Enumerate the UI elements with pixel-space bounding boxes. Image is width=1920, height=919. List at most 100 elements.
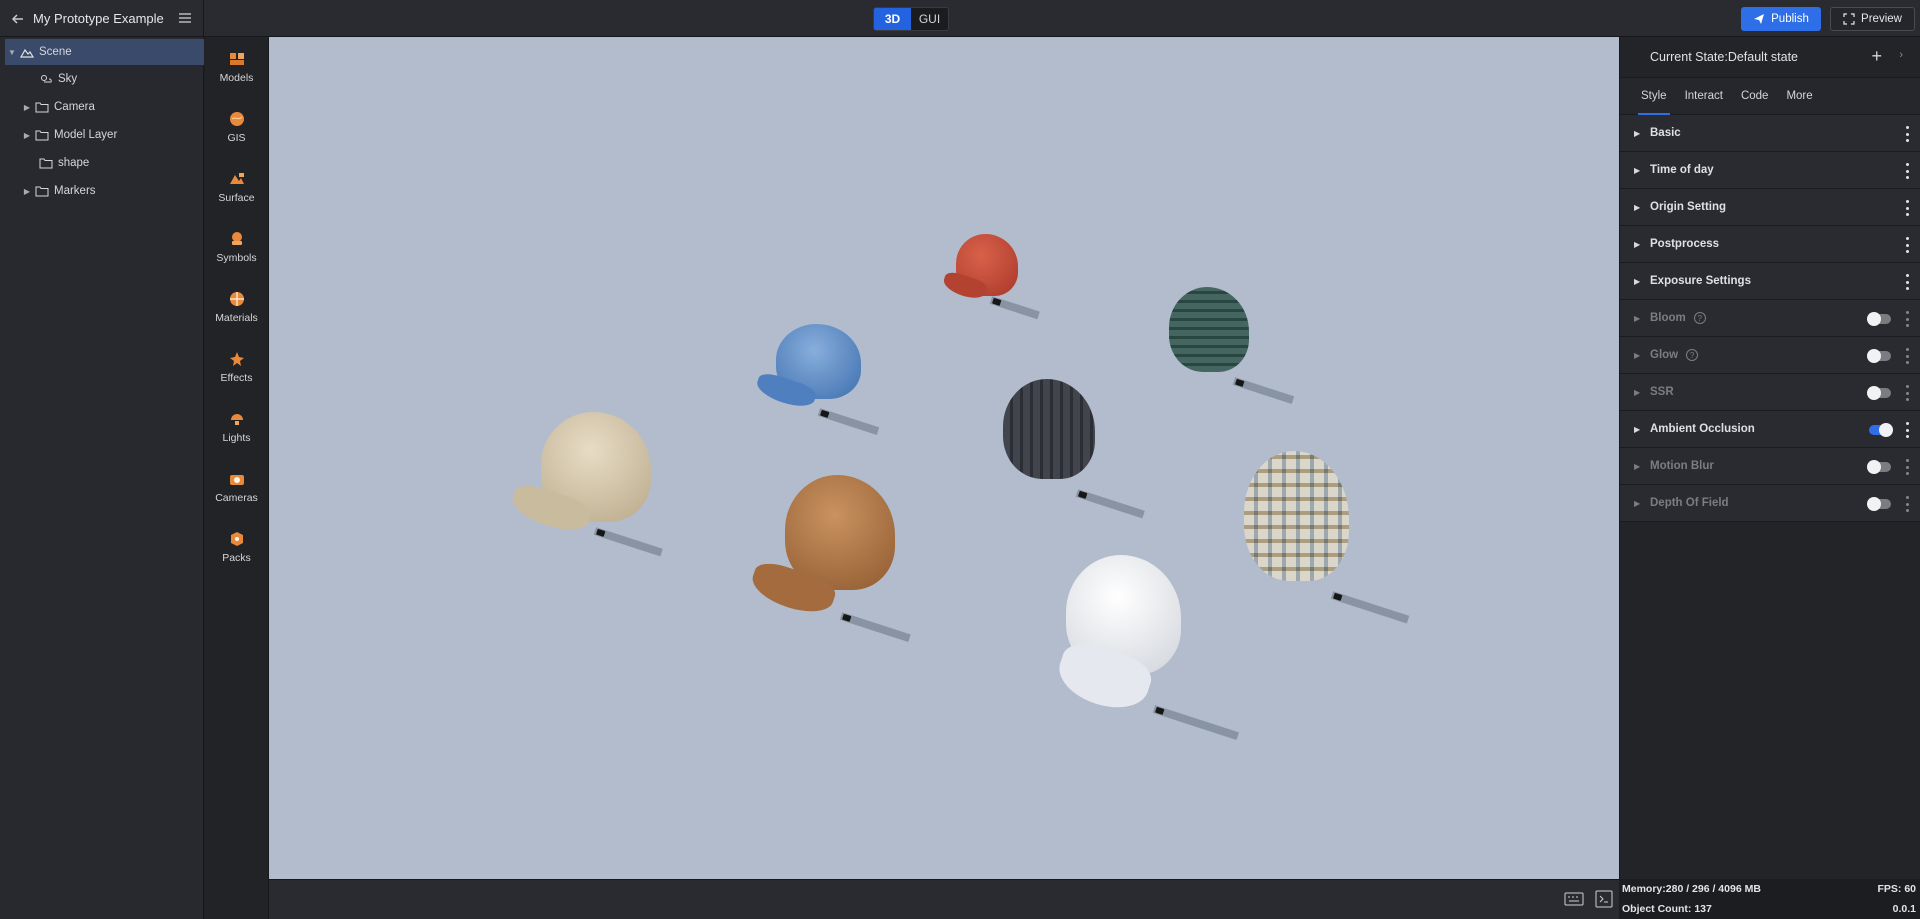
caret-right-icon[interactable]: ▶ [20,187,34,196]
depth-of-field-toggle[interactable] [1867,497,1891,511]
section-ssr[interactable]: ▶ SSR [1620,374,1920,411]
asset-label: Lights [222,431,251,444]
asset-label: GIS [227,131,246,144]
asset-effects[interactable]: Effects [205,337,268,397]
motion-blur-toggle[interactable] [1867,460,1891,474]
asset-lights[interactable]: Lights [205,397,268,457]
tab-interact[interactable]: Interact [1676,78,1732,115]
inspector-tabs: Style Interact Code More [1620,78,1920,115]
asset-materials[interactable]: Materials [205,277,268,337]
mode-3d-button[interactable]: 3D [874,8,911,30]
glow-toggle[interactable] [1867,349,1891,363]
ssr-toggle[interactable] [1867,386,1891,400]
section-ambient-occlusion[interactable]: ▶ Ambient Occlusion [1620,411,1920,448]
keyboard-icon [1564,892,1584,906]
help-icon[interactable]: ? [1686,349,1699,361]
send-icon [1754,14,1765,24]
console-button[interactable] [1594,890,1614,908]
more-options-icon[interactable] [1904,496,1910,512]
more-options-icon[interactable] [1904,459,1910,475]
asset-gis[interactable]: GIS [205,97,268,157]
fullscreen-icon [1843,13,1855,25]
keyboard-button[interactable] [1564,890,1584,908]
ambient-occlusion-toggle[interactable] [1869,423,1893,437]
asset-symbols[interactable]: Symbols [205,217,268,277]
more-options-icon[interactable] [1904,126,1910,142]
section-glow[interactable]: ▶ Glow ? [1620,337,1920,374]
more-options-icon[interactable] [1904,385,1910,401]
caret-right-icon: ▶ [1634,387,1641,397]
caret-right-icon: ▶ [1634,461,1641,471]
gis-icon [229,111,244,126]
more-options-icon[interactable] [1904,200,1910,216]
cap-model-brown[interactable] [747,475,949,643]
cap-model-plaid-teal[interactable] [1169,287,1319,404]
tab-code[interactable]: Code [1732,78,1778,115]
section-postprocess[interactable]: ▶ Postprocess [1620,226,1920,263]
asset-label: Surface [218,191,255,204]
section-origin-setting[interactable]: ▶ Origin Setting [1620,189,1920,226]
cap-model-white[interactable] [1051,555,1254,755]
cap-model-red[interactable] [940,234,1066,324]
section-depth-of-field[interactable]: ▶ Depth Of Field [1620,485,1920,522]
more-options-icon[interactable] [1904,274,1910,290]
add-state-icon[interactable]: + [1871,46,1882,67]
more-options-icon[interactable] [1904,163,1910,179]
help-icon[interactable]: ? [1693,312,1706,324]
3d-viewport[interactable] [269,37,1619,879]
section-title: Time of day [1650,164,1714,176]
tree-item-shape[interactable]: shape [0,149,203,177]
section-basic[interactable]: ▶ Basic [1620,115,1920,152]
publish-button[interactable]: Publish [1741,7,1821,31]
more-options-icon[interactable] [1904,237,1910,253]
section-title: Motion Blur [1650,460,1714,472]
tab-style[interactable]: Style [1632,78,1676,115]
section-time-of-day[interactable]: ▶ Time of day [1620,152,1920,189]
asset-label: Effects [220,371,253,384]
cap-model-beige[interactable] [507,412,709,557]
cap-model-plaid-beige[interactable] [1244,451,1434,626]
more-options-icon[interactable] [1904,311,1910,327]
tab-more[interactable]: More [1777,78,1821,115]
preview-button[interactable]: Preview [1830,7,1915,31]
tree-item-scene[interactable]: ▼ Scene [5,39,204,65]
more-options-icon[interactable] [1904,348,1910,364]
caret-right-icon[interactable]: ▶ [20,103,34,112]
section-title: Origin Setting [1650,201,1727,213]
caret-right-icon: ▶ [1634,350,1641,360]
tree-item-camera[interactable]: ▶ Camera [0,93,203,121]
section-motion-blur[interactable]: ▶ Motion Blur [1620,448,1920,485]
bloom-toggle[interactable] [1867,312,1891,326]
cap-model-blue[interactable] [753,324,909,435]
asset-surface[interactable]: Surface [205,157,268,217]
tree-item-label: Markers [54,185,96,197]
viewport-bottom-bar [269,879,1619,919]
more-options-icon[interactable] [1904,422,1910,438]
asset-models[interactable]: Models [205,37,268,97]
folder-icon [38,156,54,170]
back-button[interactable] [9,10,27,28]
caret-right-icon: ▶ [1634,276,1641,286]
menu-button[interactable] [177,10,193,26]
section-bloom[interactable]: ▶ Bloom ? [1620,300,1920,337]
caret-right-icon: ▶ [1634,498,1641,508]
tree-item-markers[interactable]: ▶ Markers [0,177,203,205]
terminal-icon [1595,890,1613,908]
mode-gui-button[interactable]: GUI [911,8,948,30]
tree-item-label: Sky [58,73,78,85]
asset-packs[interactable]: Packs [205,517,268,577]
caret-right-icon[interactable]: ▶ [20,131,34,140]
section-exposure-settings[interactable]: ▶ Exposure Settings [1620,263,1920,300]
asset-label: Cameras [215,491,258,504]
tree-item-model-layer[interactable]: ▶ Model Layer [0,121,203,149]
scene-tree: ▼ Scene Sky ▶ Camera ▶ Model Layer shape… [0,37,204,919]
caret-down-icon[interactable]: ▼ [5,48,19,57]
asset-cameras[interactable]: Cameras [205,457,268,517]
cap-model-grey-plaid[interactable] [999,379,1179,519]
chevron-right-icon[interactable]: › [1899,49,1903,61]
section-title: Exposure Settings [1650,275,1751,287]
asset-label: Packs [222,551,251,564]
caret-right-icon: ▶ [1634,239,1641,249]
tree-item-sky[interactable]: Sky [0,65,203,93]
effects-icon [229,351,244,366]
